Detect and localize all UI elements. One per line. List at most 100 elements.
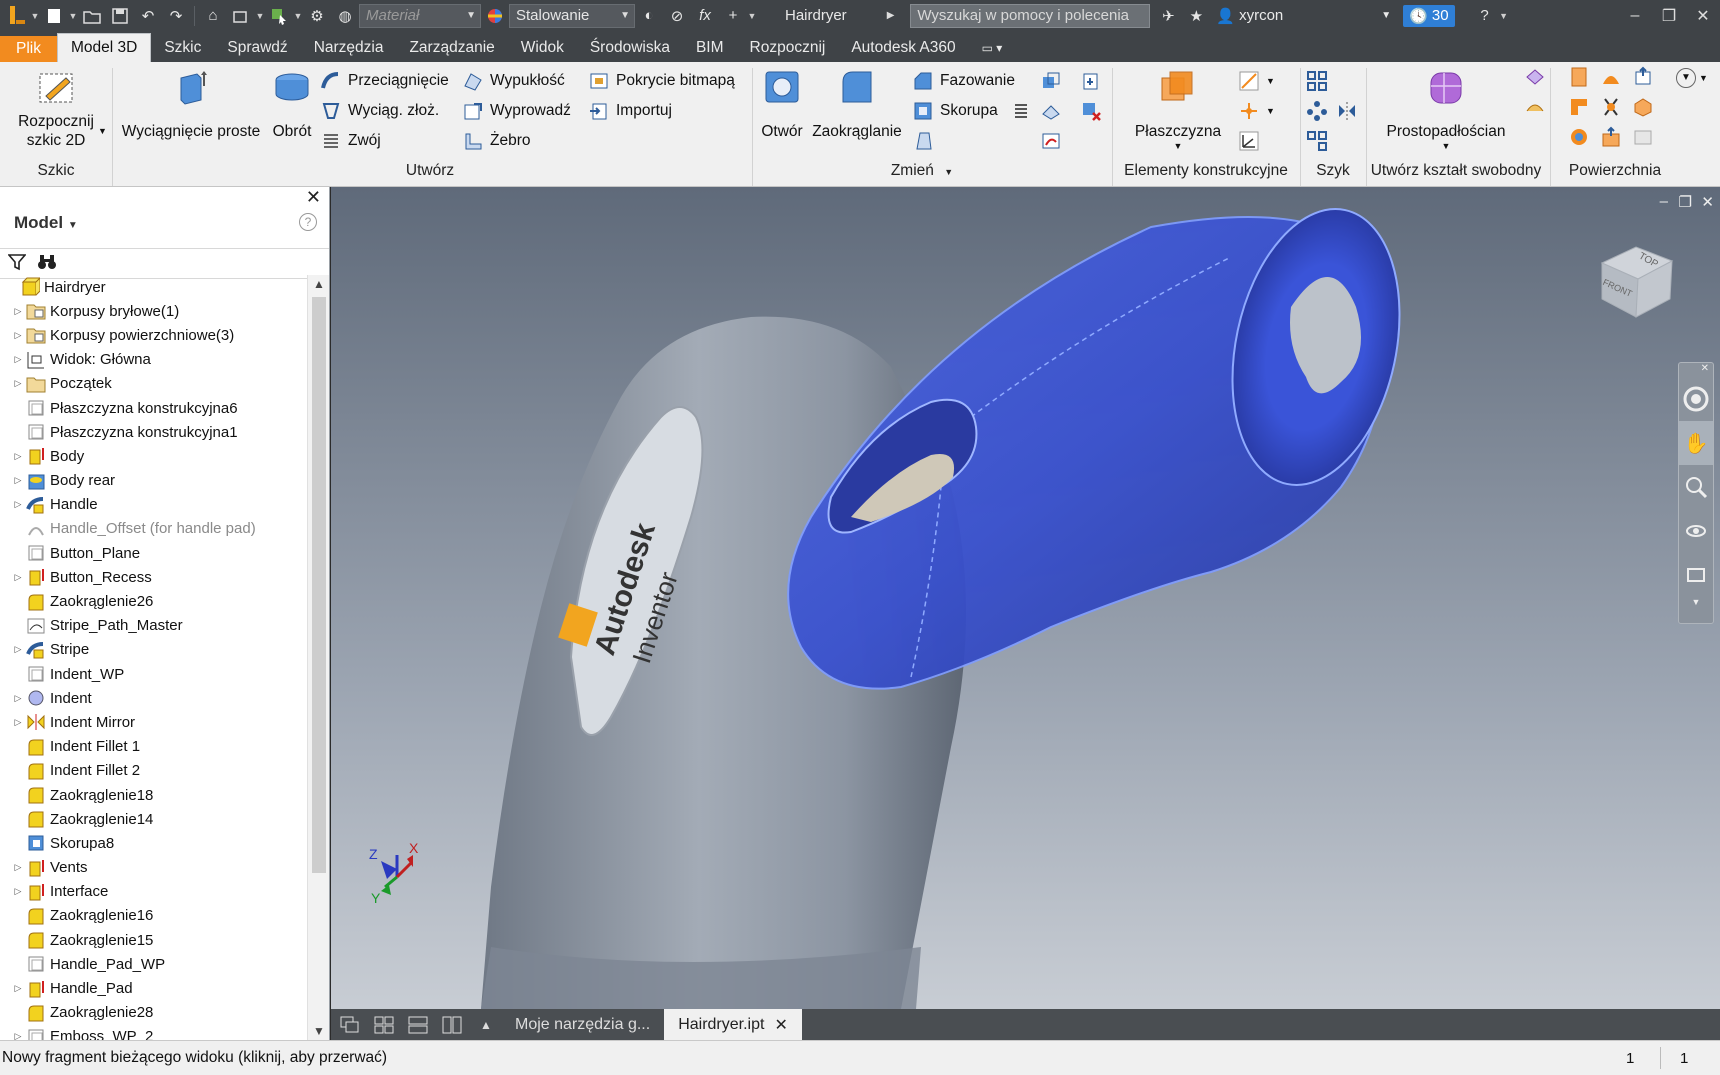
freeform-box-button[interactable]: Prostopadłościan ▼: [1380, 68, 1512, 151]
steering-wheel-icon[interactable]: [1679, 377, 1713, 421]
decal-button[interactable]: Pokrycie bitmapą: [588, 70, 735, 92]
rectangular-pattern-button[interactable]: [1306, 70, 1334, 92]
clear-appearance-icon[interactable]: ⊘: [665, 4, 689, 28]
close-tab-icon[interactable]: ✕: [774, 1015, 787, 1035]
scroll-down-icon[interactable]: ▼: [308, 1024, 330, 1038]
browser-title-dropdown[interactable]: Model ▼: [14, 213, 78, 233]
tree-item[interactable]: Zaokrąglenie16: [0, 904, 306, 928]
tree-item[interactable]: Płaszczyzna konstrukcyjna1: [0, 420, 306, 444]
expand-arrow-icon[interactable]: ▷: [10, 306, 26, 317]
panel-modify-label[interactable]: Zmień ▼: [852, 162, 992, 180]
minimize-icon[interactable]: –: [1618, 7, 1652, 25]
direct-edit-button[interactable]: [1040, 130, 1068, 152]
surface-tool-5[interactable]: [1632, 66, 1660, 88]
save-icon[interactable]: [108, 4, 132, 28]
tab-autodesk-a360[interactable]: Autodesk A360: [838, 34, 968, 62]
filter-funnel-icon[interactable]: [7, 253, 27, 275]
tree-item[interactable]: ▷ Interface: [0, 880, 306, 904]
tab-tools[interactable]: Narzędzia: [301, 34, 397, 62]
view-cube[interactable]: TOP FRONT: [1592, 233, 1680, 321]
work-point-button[interactable]: ▼: [1238, 100, 1275, 122]
binoculars-icon[interactable]: [36, 253, 58, 275]
tree-item[interactable]: ▷ Body rear: [0, 469, 306, 493]
tile-horizontal-icon[interactable]: [403, 1013, 433, 1037]
tree-item[interactable]: ▷ Indent Mirror: [0, 710, 306, 734]
expand-arrow-icon[interactable]: ▷: [10, 644, 26, 655]
hole-button[interactable]: Otwór: [758, 66, 806, 141]
viewport-minimize-icon[interactable]: –: [1660, 193, 1668, 210]
select-caret-icon[interactable]: ▼: [293, 11, 303, 21]
fillet-button[interactable]: Zaokrąglanie: [810, 66, 904, 141]
tree-item[interactable]: Zaokrąglenie28: [0, 1001, 306, 1025]
expand-arrow-icon[interactable]: ▷: [10, 862, 26, 873]
derive-button[interactable]: Wyprowadź: [462, 100, 571, 122]
surface-tool-6[interactable]: [1568, 96, 1596, 118]
expand-arrow-icon[interactable]: ▷: [10, 572, 26, 583]
expand-arrow-icon[interactable]: ▷: [10, 693, 26, 704]
tree-item[interactable]: Skorupa8: [0, 831, 306, 855]
tree-item[interactable]: ▷ Handle_Pad: [0, 976, 306, 1000]
select-mode-icon[interactable]: [267, 4, 291, 28]
surface-tool-1[interactable]: [1524, 66, 1552, 88]
tab-sketch[interactable]: Szkic: [151, 34, 214, 62]
app-menu-caret-icon[interactable]: ▼: [30, 11, 40, 21]
tab-list-arrow-icon[interactable]: ▲: [471, 1013, 501, 1037]
tree-item[interactable]: ▷ Vents: [0, 856, 306, 880]
expand-arrow-icon[interactable]: ▷: [10, 451, 26, 462]
mirror-button[interactable]: [1336, 100, 1364, 122]
tree-item[interactable]: Indent Fillet 2: [0, 759, 306, 783]
update-icon[interactable]: [229, 4, 253, 28]
redo-icon[interactable]: ↷: [164, 4, 188, 28]
expand-arrow-icon[interactable]: ▷: [10, 475, 26, 486]
tab-inspect[interactable]: Sprawdź: [214, 34, 300, 62]
appearance-dropdown[interactable]: Stalowanie ▼: [509, 3, 635, 28]
surface-tool-7[interactable]: [1600, 96, 1628, 118]
surface-tool-10[interactable]: [1600, 126, 1628, 148]
work-plane-button[interactable]: Płaszczyzna ▼: [1126, 68, 1230, 151]
loft-button[interactable]: Wyciąg. złoż.: [320, 100, 439, 122]
pan-hand-icon[interactable]: ✋: [1679, 421, 1713, 465]
tree-item[interactable]: Hairdryer: [0, 275, 306, 299]
material-dropdown[interactable]: Materiał ▼: [359, 3, 481, 28]
tree-item[interactable]: ▷ Indent: [0, 686, 306, 710]
new-caret-icon[interactable]: ▼: [68, 11, 78, 21]
help-icon[interactable]: ?: [299, 213, 317, 231]
tab-get-started[interactable]: Rozpocznij: [737, 34, 839, 62]
start-2d-sketch-button[interactable]: Rozpocznij szkic 2D: [10, 68, 102, 150]
help-icon[interactable]: ?: [1473, 4, 1497, 28]
panel-overflow-button[interactable]: ▼ ▼: [1676, 68, 1708, 88]
expand-arrow-icon[interactable]: ▷: [10, 499, 26, 510]
expand-arrow-icon[interactable]: ▷: [10, 717, 26, 728]
delete-face-button[interactable]: [1080, 100, 1108, 122]
extrude-button[interactable]: Wyciągnięcie proste: [118, 66, 264, 141]
surface-tool-11[interactable]: [1632, 126, 1660, 148]
tab-bim[interactable]: BIM: [683, 34, 737, 62]
viewport-close-icon[interactable]: ✕: [1701, 193, 1714, 211]
scroll-up-icon[interactable]: ▲: [308, 277, 330, 291]
user-account[interactable]: 👤 xyrcon ▼: [1216, 7, 1391, 25]
help-search-input[interactable]: Wyszukaj w pomocy i polecenia: [910, 3, 1151, 28]
close-icon[interactable]: ✕: [1686, 6, 1720, 26]
browser-close-icon[interactable]: ✕: [306, 187, 321, 208]
coil-button[interactable]: Zwój: [320, 130, 381, 152]
tab-view[interactable]: Widok: [508, 34, 577, 62]
navbar-close-icon[interactable]: ✕: [1679, 363, 1713, 377]
tree-item[interactable]: ▷ Stripe: [0, 638, 306, 662]
help-caret-icon[interactable]: ▼: [1499, 11, 1509, 21]
tree-item[interactable]: Zaokrąglenie18: [0, 783, 306, 807]
draft-button[interactable]: [912, 130, 940, 152]
surface-tool-9[interactable]: [1568, 126, 1596, 148]
chamfer-button[interactable]: Fazowanie: [912, 70, 1015, 92]
browser-scrollbar[interactable]: ▲ ▼: [307, 275, 329, 1040]
scrollbar-thumb[interactable]: [312, 297, 326, 873]
plus-icon[interactable]: +: [721, 4, 745, 28]
tree-item[interactable]: ▷ Button_Recess: [0, 565, 306, 589]
expand-arrow-icon[interactable]: ▷: [10, 886, 26, 897]
tree-item[interactable]: Indent_WP: [0, 662, 306, 686]
undo-icon[interactable]: ↶: [136, 4, 160, 28]
tree-item[interactable]: ▷ Początek: [0, 372, 306, 396]
tree-item[interactable]: Zaokrąglenie15: [0, 928, 306, 952]
import-button[interactable]: Importuj: [588, 100, 672, 122]
expand-arrow-icon[interactable]: ▶: [887, 10, 895, 21]
subscription-clock-badge[interactable]: 🕓 30: [1403, 4, 1455, 27]
